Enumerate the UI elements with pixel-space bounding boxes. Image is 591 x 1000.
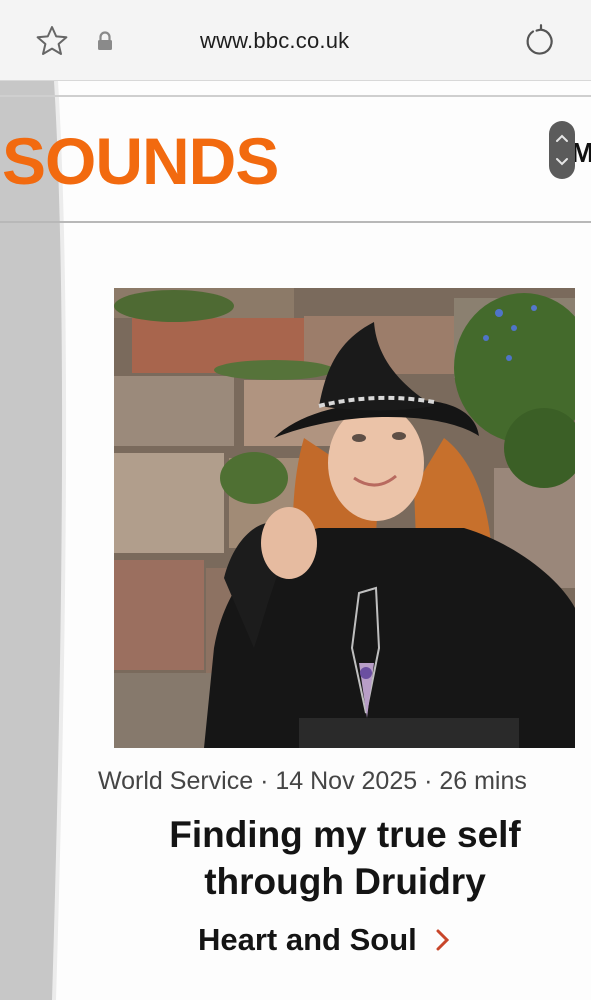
episode-meta: World Service · 14 Nov 2025 · 26 mins [98, 767, 527, 795]
chevron-right-icon [436, 929, 449, 951]
episode-image[interactable] [114, 288, 575, 748]
top-divider [0, 95, 591, 97]
address-bar-url[interactable]: www.bbc.co.uk [200, 28, 440, 54]
header-divider [0, 221, 591, 223]
sounds-logo[interactable]: SOUNDS [2, 123, 279, 199]
fast-scroll-handle[interactable] [549, 121, 575, 179]
brand-name: Heart and Soul [198, 922, 417, 957]
browser-toolbar: www.bbc.co.uk [0, 0, 591, 81]
brand-link[interactable]: Heart and Soul [198, 922, 449, 958]
episode-title[interactable]: Finding my true self through Druidry [100, 811, 590, 905]
page-content: SOUNDS M World Service · 14 Nov 2025 · 2… [0, 81, 591, 1000]
scroll-arrows-icon [556, 134, 568, 166]
star-icon[interactable] [35, 24, 69, 58]
reload-icon[interactable] [521, 24, 555, 58]
lock-icon [98, 31, 112, 50]
back-swipe-overlay[interactable] [0, 81, 80, 1000]
